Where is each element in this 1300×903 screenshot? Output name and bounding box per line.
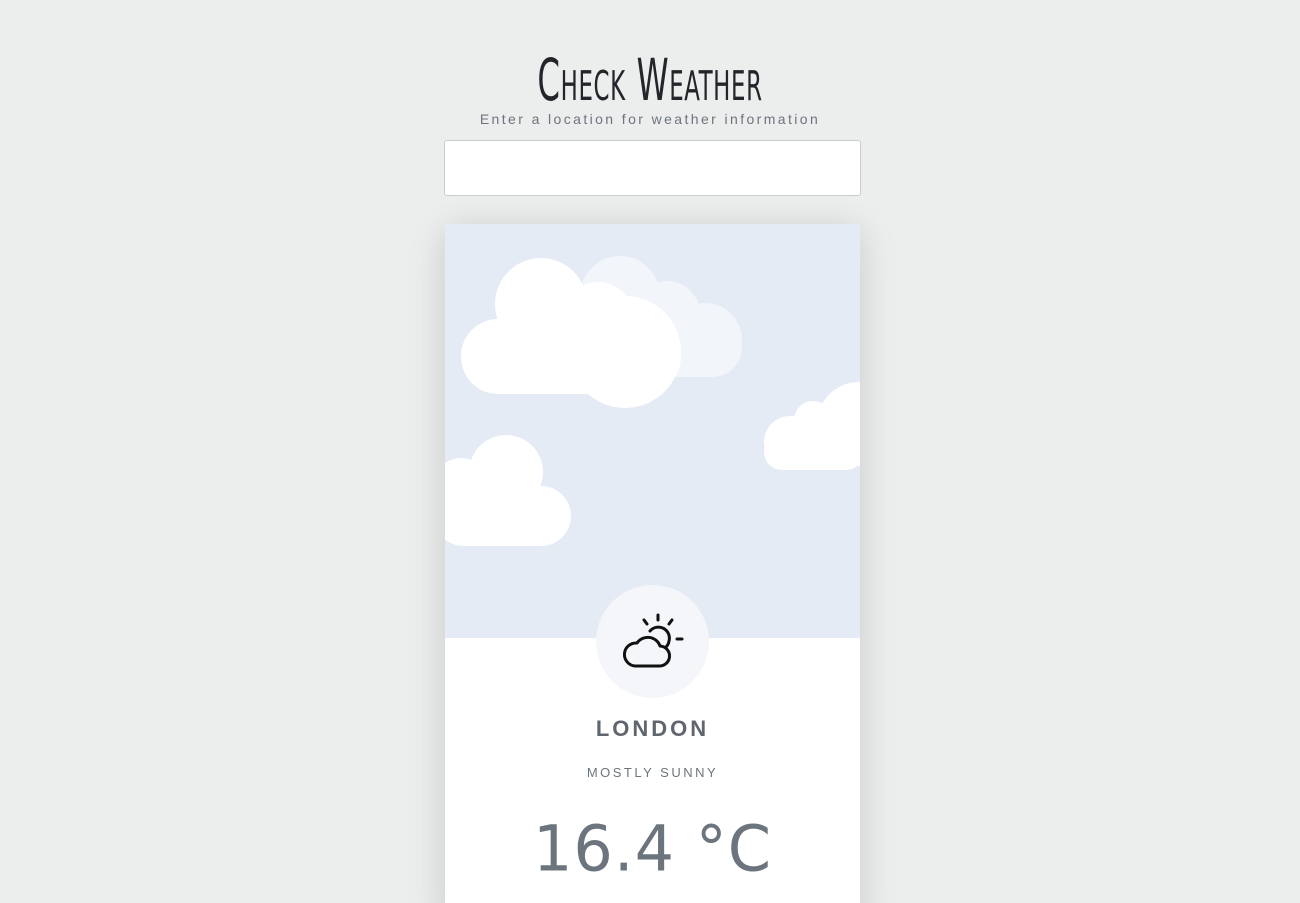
location-search-input[interactable] bbox=[444, 140, 861, 196]
sky-illustration bbox=[445, 224, 860, 638]
weather-icon-badge bbox=[596, 585, 709, 698]
location-prompt-label: Enter a location for weather information bbox=[479, 111, 821, 127]
cloud-left bbox=[445, 435, 571, 546]
city-name: LONDON bbox=[595, 716, 710, 741]
cloud-right bbox=[764, 382, 860, 470]
partly-sunny-icon bbox=[622, 613, 683, 667]
clouds-illustration bbox=[445, 256, 860, 546]
weather-card: LONDON MOSTLY SUNNY 16.4 °C bbox=[445, 224, 860, 903]
weather-condition: MOSTLY SUNNY bbox=[586, 765, 719, 780]
page-title: Check Weather bbox=[537, 45, 763, 114]
weather-page: Check Weather Enter a location for weath… bbox=[0, 0, 1300, 903]
temperature-reading: 16.4 °C bbox=[532, 811, 773, 886]
